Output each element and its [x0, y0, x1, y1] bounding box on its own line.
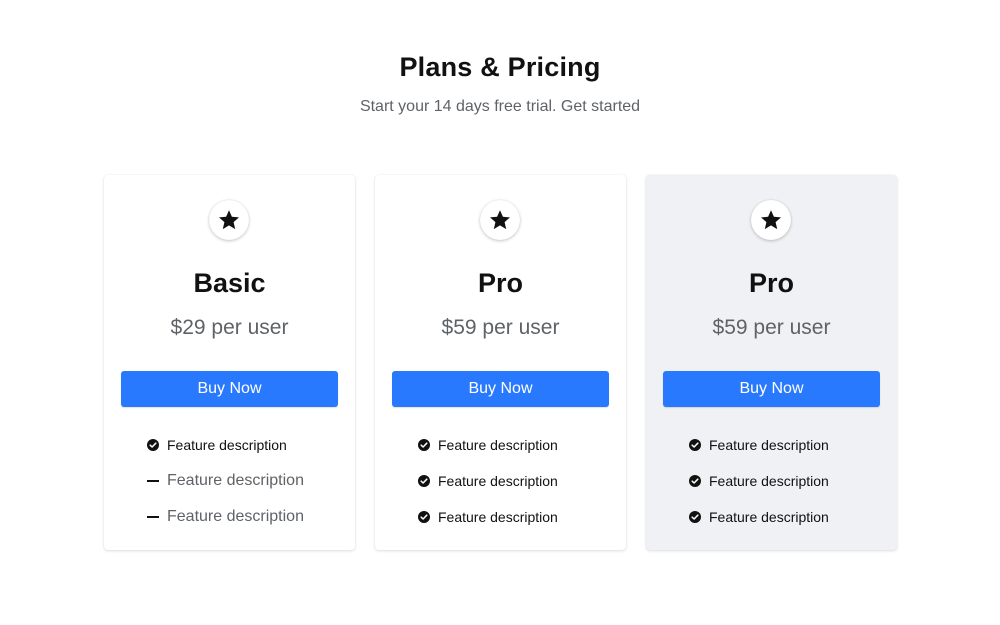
feature-label: Feature description	[438, 473, 558, 489]
feature-label: Feature description	[438, 509, 558, 525]
check-circle-icon	[147, 439, 159, 451]
check-circle-icon	[689, 439, 701, 451]
page-subtitle: Start your 14 days free trial. Get start…	[359, 98, 641, 115]
check-circle-icon	[689, 475, 701, 487]
pricing-cards: Basic $29 per user Buy Now Feature descr…	[104, 175, 897, 550]
feature-label: Feature description	[709, 509, 829, 525]
buy-now-button[interactable]: Buy Now	[121, 371, 338, 407]
feature-item: Feature description	[418, 469, 558, 493]
check-circle-icon	[418, 475, 430, 487]
plan-card-pro-highlighted: Pro $59 per user Buy Now Feature descrip…	[646, 175, 897, 550]
feature-label: Feature description	[709, 473, 829, 489]
feature-label: Feature description	[438, 437, 558, 453]
feature-label: Feature description	[709, 437, 829, 453]
buy-now-button[interactable]: Buy Now	[392, 371, 609, 407]
check-circle-icon	[689, 511, 701, 523]
plan-name: Pro	[477, 268, 523, 298]
dash-icon	[147, 480, 159, 482]
feature-item: Feature description	[689, 433, 829, 457]
check-circle-icon	[418, 439, 430, 451]
feature-label: Feature description	[167, 437, 287, 453]
plan-price: $59 per user	[441, 316, 560, 339]
plan-name: Pro	[748, 268, 794, 298]
buy-now-button[interactable]: Buy Now	[663, 371, 880, 407]
feature-item: Feature description	[418, 433, 558, 457]
plan-card-basic: Basic $29 per user Buy Now Feature descr…	[104, 175, 355, 550]
page-title: Plans & Pricing	[399, 52, 601, 82]
star-icon	[209, 200, 249, 240]
feature-item: Feature description	[147, 469, 304, 493]
feature-item: Feature description	[418, 505, 558, 529]
check-circle-icon	[418, 511, 430, 523]
dash-icon	[147, 516, 159, 518]
plan-name: Basic	[193, 268, 266, 298]
feature-item: Feature description	[689, 505, 829, 529]
star-icon	[480, 200, 520, 240]
plan-card-pro: Pro $59 per user Buy Now Feature descrip…	[375, 175, 626, 550]
feature-item: Feature description	[147, 433, 287, 457]
feature-label: Feature description	[167, 508, 304, 525]
plan-price: $29 per user	[170, 316, 289, 339]
feature-label: Feature description	[167, 472, 304, 489]
plan-price: $59 per user	[712, 316, 831, 339]
feature-item: Feature description	[147, 505, 304, 529]
star-icon	[751, 200, 791, 240]
feature-item: Feature description	[689, 469, 829, 493]
